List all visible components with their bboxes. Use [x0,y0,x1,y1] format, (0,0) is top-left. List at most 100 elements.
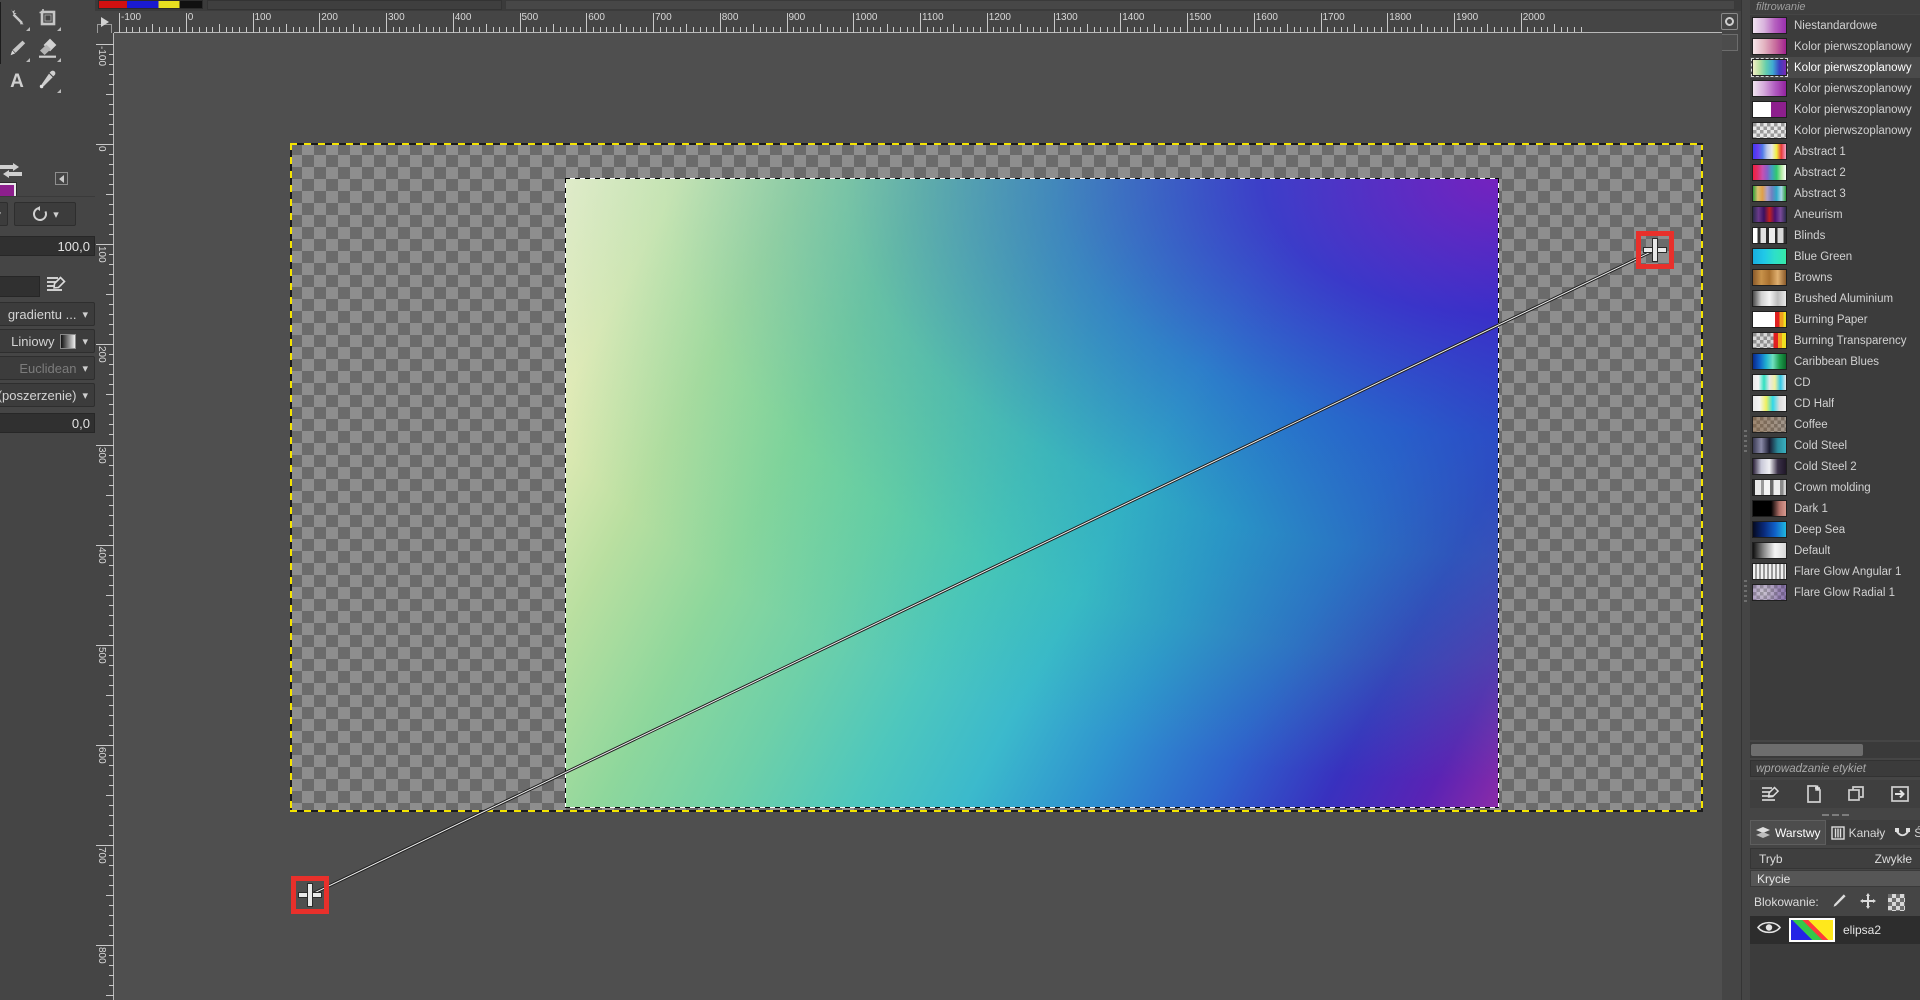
toolbox-collapse-button[interactable] [55,172,68,185]
gradient-list-item[interactable]: Deep Sea [1750,519,1920,540]
gradient-list-item[interactable]: Flare Glow Angular 1 [1750,561,1920,582]
gradient-list-item[interactable]: Kolor pierwszoplanowy [1750,57,1920,78]
tool-cell-paintbrush[interactable] [1,33,32,64]
offset-value: 0,0 [71,415,90,431]
gradient-start-handle[interactable] [1636,231,1674,269]
gradient-list-item[interactable]: Kolor pierwszoplanowy [1750,36,1920,57]
ruler-minor-tick [352,24,354,32]
gradient-list-item[interactable]: Flare Glow Radial 1 [1750,582,1920,603]
image-tab-thumbnail[interactable] [98,0,203,9]
save-as-pov-button[interactable] [1888,783,1912,805]
lock-position-icon[interactable] [1859,892,1877,913]
layers-list[interactable]: elipsa2 [1750,916,1920,1000]
gradient-item-label: Burning Paper [1794,313,1868,326]
horizontal-ruler[interactable]: -100 0 100 200 300 400 500 600 700 800 900 1000 1100… [114,11,1722,33]
gradient-end-handle[interactable] [291,876,329,914]
ruler-minor-tick [1207,27,1209,32]
opacity-value: 100,0 [57,238,90,254]
layer-row[interactable]: elipsa2 [1750,916,1920,944]
active-gradient-name[interactable]: Kolor pierwszopla [0,275,40,297]
tab-paths[interactable]: Ścieżki [1890,820,1920,845]
tool-cell-color-picker[interactable] [32,64,63,95]
gradient-list-item[interactable]: Burning Transparency [1750,330,1920,351]
gradient-list-item[interactable]: Crown molding [1750,477,1920,498]
dock-splitter[interactable] [1750,810,1920,819]
repeat-mode-combo[interactable]: (poszerzenie) ▾ [0,383,95,407]
gradient-list-item[interactable]: Niestandardowe [1750,15,1920,36]
new-gradient-button[interactable] [1802,783,1826,805]
gradients-horizontal-scrollbar[interactable] [1750,742,1920,758]
tab-channels[interactable]: Kanały [1826,820,1891,845]
gradient-list-item[interactable]: Burning Paper [1750,309,1920,330]
scrollbar-thumb[interactable] [1751,744,1863,756]
tool-cell-crop[interactable] [32,2,63,33]
tool-cell-eraser[interactable] [32,33,63,64]
image-canvas[interactable] [290,143,1703,812]
gradient-list-item[interactable]: Default [1750,540,1920,561]
reset-combo[interactable]: ▾ [14,202,76,226]
distance-metric-combo[interactable]: Euclidean ▾ [0,356,95,380]
duplicate-gradient-button[interactable] [1845,783,1869,805]
gradient-list-item[interactable]: Caribbean Blues [1750,351,1920,372]
gradient-filter-field[interactable]: filtrowanie [1750,0,1920,14]
edit-gradient-button[interactable] [1759,783,1783,805]
navigation-preview-button[interactable] [1721,13,1738,30]
tool-corner-triangle [57,58,61,62]
ruler-tick [252,13,254,33]
gradient-list-item[interactable]: CD [1750,372,1920,393]
quick-mask-toggle[interactable] [1721,34,1738,51]
gradient-list-item[interactable]: Blue Green [1750,246,1920,267]
tab-paths-label: Ścieżki [1914,825,1920,840]
canvas-viewport[interactable] [114,33,1722,1000]
image-window: -100 0 100 200 300 400 500 600 700 800 900 1000 1100… [95,0,1741,1000]
ruler-minor-tick [106,995,114,997]
gradient-list-item[interactable]: Kolor pierwszoplanowy [1750,78,1920,99]
ruler-tick [1187,13,1188,33]
offset-value-field[interactable]: 0,0 [0,413,95,433]
gradient-list-item[interactable]: Abstract 3 [1750,183,1920,204]
gradient-filled-selection[interactable] [565,178,1499,808]
opacity-value-field[interactable]: 100,0 [0,236,95,256]
gradient-list-item[interactable]: Cold Steel [1750,435,1920,456]
gradient-list-item[interactable]: Abstract 1 [1750,141,1920,162]
ruler-minor-tick [1180,27,1182,32]
paint-mode-combo[interactable]: Zwykłe ▾ [0,202,8,226]
gradient-shape-combo[interactable]: Liniowy ▾ [0,329,95,353]
gradient-list-item[interactable]: Browns [1750,267,1920,288]
tag-entry-field[interactable]: wprowadzanie etykiet [1750,760,1920,777]
dock-drag-grip[interactable] [1742,0,1749,1000]
layer-visibility-icon[interactable] [1756,920,1782,940]
ruler-origin-button[interactable] [95,11,114,42]
tab-layers[interactable]: Warstwy [1750,820,1826,845]
gradient-swatch [1752,563,1787,580]
lock-pixels-icon[interactable] [1830,892,1848,913]
gradient-list-item[interactable]: CD Half [1750,393,1920,414]
gradient-item-label: Kolor pierwszoplanowy [1794,40,1912,53]
gradient-list-item[interactable]: Aneurism [1750,204,1920,225]
ruler-minor-tick [973,27,975,32]
layer-opacity-row[interactable]: Krycie [1750,870,1920,887]
gradient-swatch [1752,185,1787,202]
gradient-list-item[interactable]: Dark 1 [1750,498,1920,519]
gradient-list-item[interactable]: Kolor pierwszoplanowy [1750,99,1920,120]
tool-cell-text[interactable]: A [1,64,32,95]
layer-mode-row[interactable]: Tryb Zwykłe [1750,848,1920,869]
edit-gradient-icon[interactable] [46,274,68,299]
gradient-list-item[interactable]: Coffee [1750,414,1920,435]
gradient-list-item[interactable]: Blinds [1750,225,1920,246]
ruler-minor-tick [1020,24,1022,32]
gradients-list[interactable]: Niestandardowe Kolor pierwszoplanowy Kolor… [1750,15,1920,740]
lock-alpha-icon[interactable] [1887,893,1905,911]
ruler-tick [519,13,521,33]
tool-cell-fuzzy-select[interactable] [1,2,32,33]
image-tab-secondary[interactable] [207,0,502,10]
layer-lock-label: Blokowanie: [1754,895,1819,909]
gradient-preset-combo[interactable]: gradientu ... ▾ [0,302,95,326]
gradient-list-item[interactable]: Cold Steel 2 [1750,456,1920,477]
gradient-list-item[interactable]: Abstract 2 [1750,162,1920,183]
gradient-list-item[interactable]: Brushed Aluminium [1750,288,1920,309]
vertical-ruler[interactable]: -100 0 100 200 300 400 500 600 700 800 [95,33,114,1000]
ruler-label: 1500 [1189,12,1212,23]
gradient-list-item[interactable]: Kolor pierwszoplanowy [1750,120,1920,141]
ruler-minor-tick [1567,27,1569,32]
